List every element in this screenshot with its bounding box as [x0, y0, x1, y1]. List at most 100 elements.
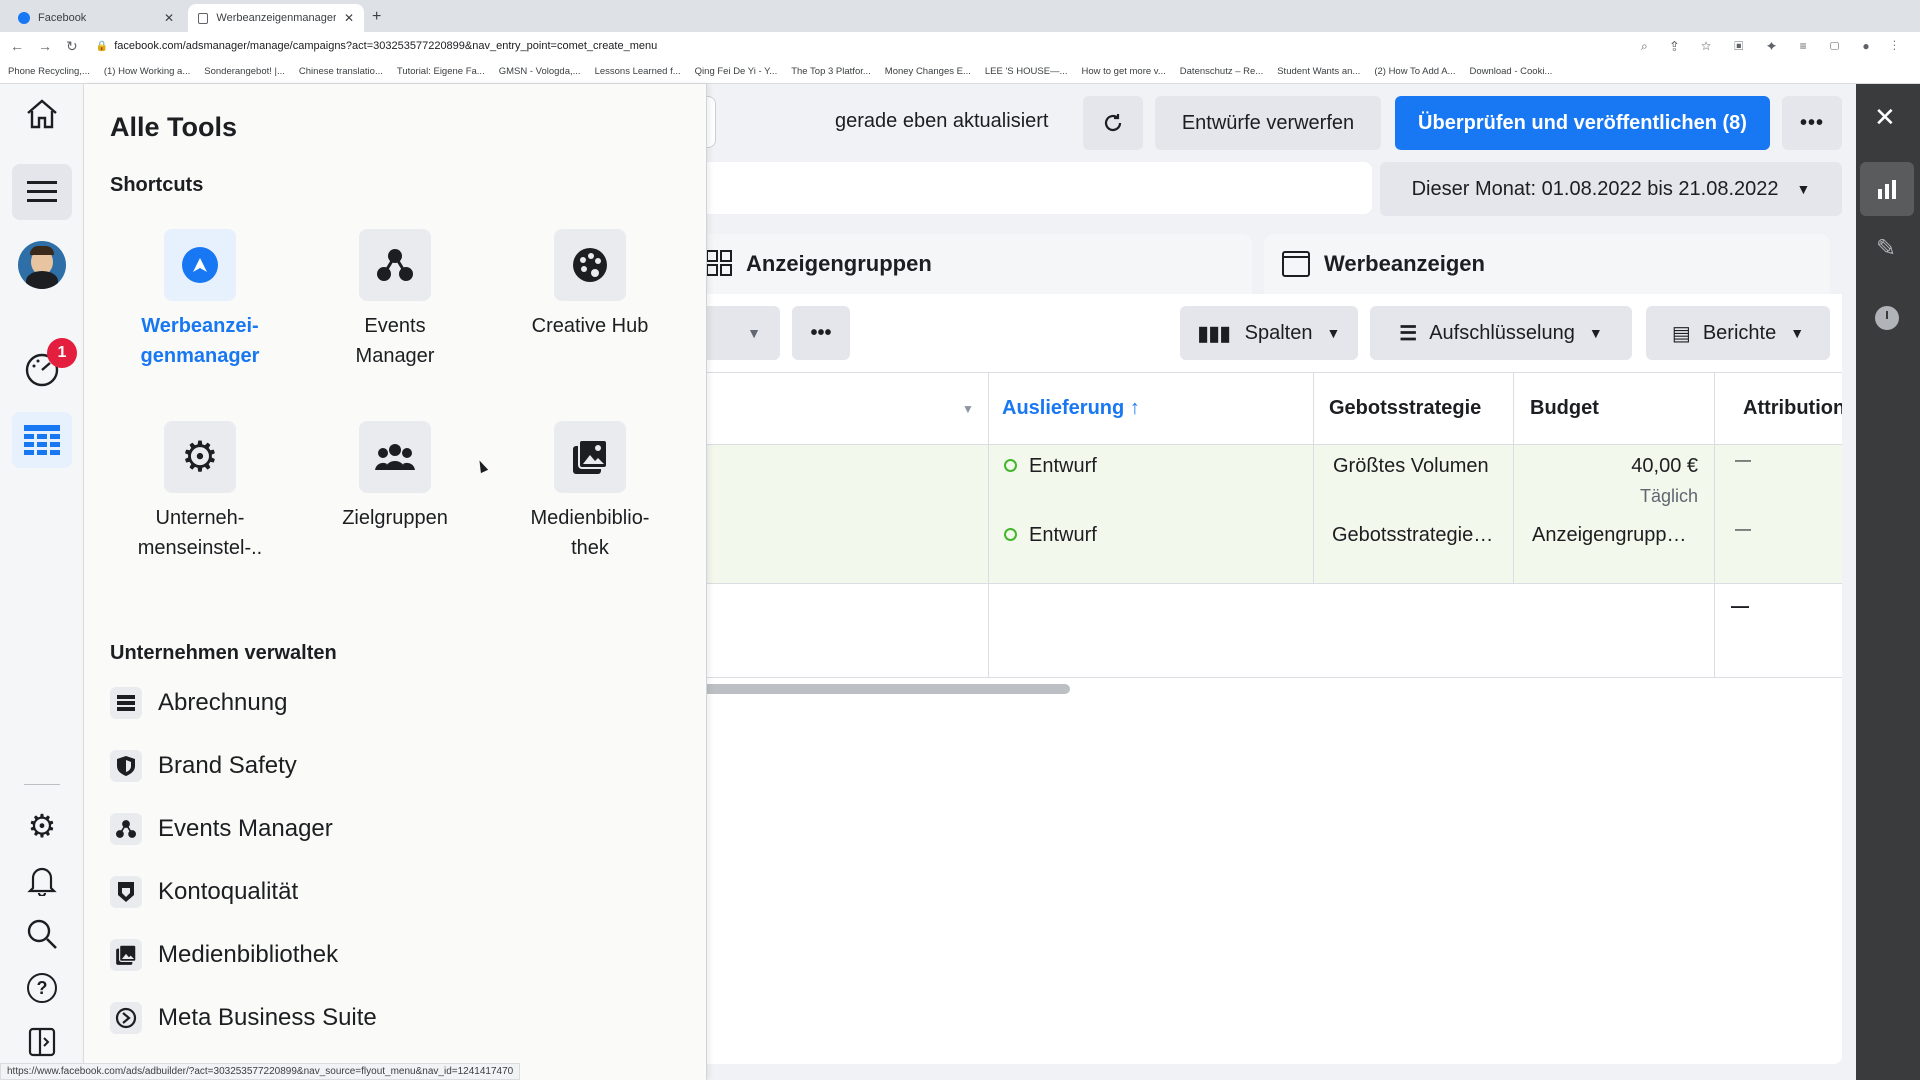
shortcut-label-line1: Unterneh-	[155, 507, 245, 529]
edit-dropdown-button[interactable]: ▼	[700, 306, 780, 360]
header-budget[interactable]: Budget	[1530, 397, 1599, 420]
help-button[interactable]: ?	[12, 960, 72, 1016]
more-options-button[interactable]: •••	[1782, 96, 1842, 150]
shortcut-events-manager[interactable]: Events Manager	[315, 229, 475, 371]
extension-icons[interactable]: ⌕ ⇪ ☆ ▣ ✦ ≡ ▢ ● ⋮	[1641, 39, 1906, 54]
gear-icon: ⚙	[27, 808, 57, 844]
shortcut-label-line1: Events	[364, 315, 426, 337]
ads-manager-icon	[164, 229, 236, 301]
settings-button[interactable]: ⚙	[12, 798, 72, 854]
bookmark-item[interactable]: The Top 3 Platfor...	[791, 66, 871, 77]
page-favicon-icon	[198, 12, 209, 24]
menu-item-label: Events Manager	[158, 815, 333, 842]
browser-tab-bar: Facebook ✕ Werbeanzeigenmanager - We ✕ +	[0, 0, 1920, 32]
address-bar: ← → ↻ 🔒 facebook.com/adsmanager/manage/c…	[0, 32, 1920, 60]
close-tab-icon[interactable]: ✕	[344, 11, 354, 25]
bookmark-item[interactable]: LEE 'S HOUSE—...	[985, 66, 1068, 77]
budget-value: 40,00 €	[1631, 455, 1698, 477]
menu-item-events-manager[interactable]: Events Manager	[110, 804, 333, 854]
bookmark-item[interactable]: Download - Cooki...	[1469, 66, 1552, 77]
attribution-value: —	[1735, 452, 1751, 469]
bookmark-item[interactable]: (2) How To Add A...	[1374, 66, 1455, 77]
bookmark-item[interactable]: (1) How Working a...	[104, 66, 190, 77]
right-panel-bar: ✕ ✎	[1856, 84, 1920, 1080]
columns-button[interactable]: ▮▮▮ Spalten ▼	[1180, 306, 1358, 360]
bookmark-item[interactable]: Lessons Learned f...	[595, 66, 681, 77]
columns-icon: ▮▮▮	[1197, 322, 1231, 345]
bookmark-item[interactable]: Student Wants an...	[1277, 66, 1360, 77]
menu-item-label: Kontoqualität	[158, 878, 299, 905]
tab-adsets[interactable]: Anzeigengruppen	[700, 234, 1252, 294]
menu-item-account-quality[interactable]: Kontoqualität	[110, 867, 298, 917]
chevron-down-icon: ▼	[1326, 325, 1341, 341]
bookmark-item[interactable]: Tutorial: Eigene Fa...	[397, 66, 485, 77]
shortcut-label-line1: Creative Hub	[531, 315, 649, 337]
breakdown-icon: ☰	[1399, 322, 1418, 345]
toggle-sidebar-button[interactable]	[12, 1014, 72, 1070]
menu-item-billing[interactable]: Abrechnung	[110, 678, 287, 728]
back-icon[interactable]: ←	[10, 38, 24, 54]
bid-strategy-value: Gebotsstrategie…	[1332, 524, 1494, 546]
discard-drafts-button[interactable]: Entwürfe verwerfen	[1155, 96, 1381, 150]
forward-icon[interactable]: →	[38, 38, 52, 54]
home-icon	[27, 99, 57, 129]
tab-title: Werbeanzeigenmanager - We	[216, 12, 336, 24]
chevron-down-icon: ▼	[1790, 325, 1805, 341]
search-button[interactable]	[12, 906, 72, 962]
notifications-button[interactable]	[12, 852, 72, 908]
reports-button[interactable]: ▤ Berichte ▼	[1646, 306, 1830, 360]
date-range-picker[interactable]: Dieser Monat: 01.08.2022 bis 21.08.2022 …	[1380, 162, 1842, 216]
review-publish-button[interactable]: Überprüfen und veröffentlichen (8)	[1395, 96, 1770, 150]
refresh-button[interactable]	[1083, 96, 1143, 150]
shortcut-business-settings[interactable]: ⚙ Unterneh- menseinstel-..	[120, 421, 280, 563]
header-delivery[interactable]: Auslieferung ↑	[1002, 397, 1140, 420]
menu-item-media-library[interactable]: Medienbibliothek	[110, 930, 338, 980]
bookmark-item[interactable]: Money Changes E...	[885, 66, 971, 77]
sort-chevron-icon[interactable]: ▼	[962, 402, 974, 416]
header-bid-strategy[interactable]: Gebotsstrategie	[1329, 397, 1481, 420]
edit-pencil-icon[interactable]: ✎	[1876, 234, 1896, 263]
tab-title: Facebook	[38, 12, 87, 24]
close-icon[interactable]: ✕	[1874, 102, 1896, 133]
shortcut-label-line1: Zielgruppen	[342, 507, 448, 529]
ad-window-icon	[1282, 251, 1310, 277]
all-tools-button[interactable]	[12, 164, 72, 220]
tab-facebook[interactable]: Facebook ✕	[8, 4, 184, 32]
bookmark-item[interactable]: Chinese translatio...	[299, 66, 383, 77]
horizontal-scrollbar[interactable]	[700, 684, 1070, 694]
campaigns-table-button[interactable]	[12, 412, 72, 468]
bookmark-item[interactable]: Datenschutz – Re...	[1180, 66, 1263, 77]
header-attribution[interactable]: Attribution	[1743, 397, 1842, 420]
url-field[interactable]: facebook.com/adsmanager/manage/campaigns…	[114, 40, 657, 52]
menu-item-meta-business-suite[interactable]: Meta Business Suite	[110, 993, 377, 1043]
bookmark-item[interactable]: Phone Recycling,...	[8, 66, 90, 77]
shortcut-ads-manager[interactable]: Werbeanzei- genmanager	[120, 229, 280, 371]
shortcut-audiences[interactable]: Zielgruppen	[315, 421, 475, 533]
filter-bar[interactable]	[700, 162, 1372, 214]
shortcut-media-library[interactable]: Medienbiblio- thek	[510, 421, 670, 563]
tab-ads-manager[interactable]: Werbeanzeigenmanager - We ✕	[188, 4, 364, 32]
bookmark-item[interactable]: GMSN - Vologda,...	[499, 66, 581, 77]
date-range-text: Dieser Monat: 01.08.2022 bis 21.08.2022	[1411, 177, 1779, 200]
adsets-grid-icon	[706, 250, 732, 276]
home-button[interactable]	[12, 86, 72, 142]
reload-icon[interactable]: ↻	[66, 38, 78, 55]
more-actions-button[interactable]: •••	[792, 306, 850, 360]
close-tab-icon[interactable]: ✕	[164, 11, 174, 25]
chevron-down-icon: ▼	[1796, 181, 1811, 197]
billing-icon	[110, 687, 142, 719]
delivery-status: Entwurf	[1029, 524, 1097, 546]
shortcut-creative-hub[interactable]: Creative Hub	[510, 229, 670, 341]
bookmark-item[interactable]: Qing Fei De Yi - Y...	[695, 66, 778, 77]
chart-view-button[interactable]	[1860, 162, 1914, 216]
shortcut-label-line2: thek	[571, 537, 609, 559]
link-status-bar: https://www.facebook.com/ads/adbuilder/?…	[0, 1063, 521, 1080]
bookmark-item[interactable]: Sonderangebot! |...	[204, 66, 285, 77]
tab-ads[interactable]: Werbeanzeigen	[1264, 234, 1830, 294]
avatar[interactable]	[18, 241, 66, 289]
bookmark-item[interactable]: How to get more v...	[1081, 66, 1165, 77]
history-clock-icon[interactable]	[1875, 306, 1899, 330]
breakdown-button[interactable]: ☰ Aufschlüsselung ▼	[1370, 306, 1632, 360]
new-tab-button[interactable]: +	[372, 8, 381, 26]
menu-item-brand-safety[interactable]: Brand Safety	[110, 741, 297, 791]
